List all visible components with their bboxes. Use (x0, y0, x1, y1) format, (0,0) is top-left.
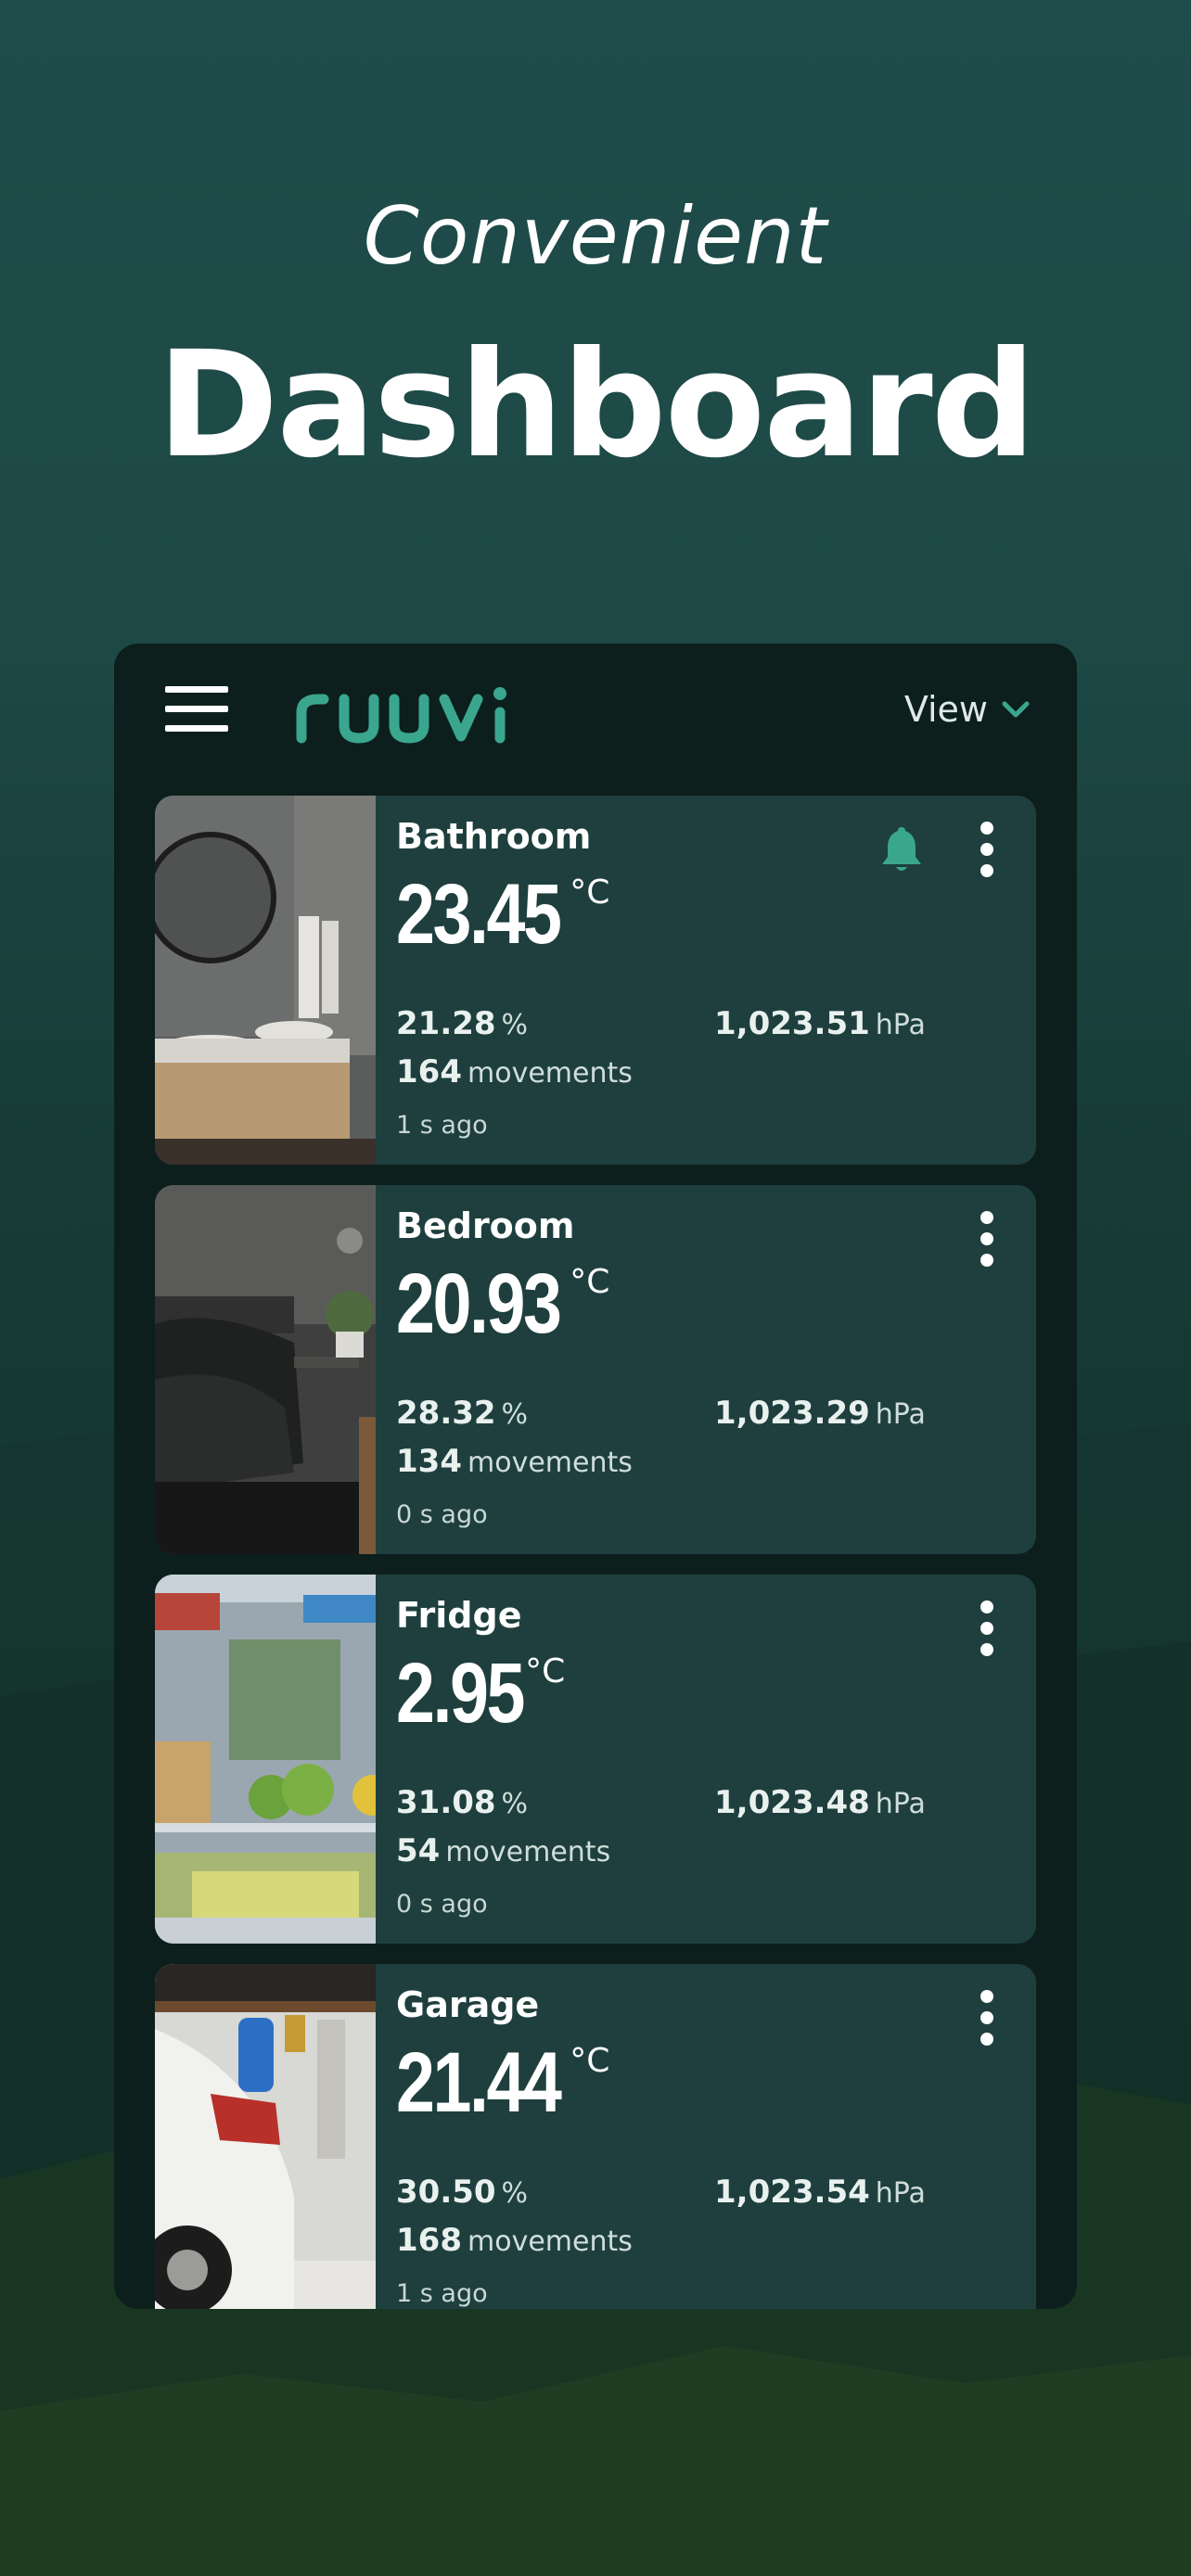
movements-label: movements (467, 1447, 633, 1479)
movements-value: 164 (396, 1053, 462, 1090)
garage-photo (155, 1964, 376, 2309)
temperature-value: 23.45 (396, 867, 562, 962)
sensor-card-fridge[interactable]: Fridge 2.95 °C 31.08% 1,023.48 hPa 54 move… (155, 1575, 1036, 1944)
temperature-value: 20.93 (396, 1256, 562, 1351)
movement-reading: 134 movements (396, 1443, 633, 1480)
humidity-reading: 30.50% (396, 2174, 528, 2211)
humidity-value: 28.32 (396, 1395, 496, 1432)
movement-reading: 168 movements (396, 2222, 633, 2259)
sensor-name: Fridge (396, 1595, 522, 1636)
humidity-value: 31.08 (396, 1784, 496, 1821)
bedroom-photo (155, 1185, 376, 1554)
temperature-unit: °C (570, 1263, 610, 1301)
view-dropdown[interactable]: View (904, 686, 1031, 733)
movements-value: 134 (396, 1443, 462, 1480)
humidity-value: 30.50 (396, 2174, 496, 2211)
pressure-reading: 1,023.51 hPa (714, 1005, 926, 1042)
pressure-unit: hPa (875, 2177, 926, 2210)
movements-label: movements (467, 1057, 633, 1090)
sensor-name: Bedroom (396, 1205, 575, 1246)
temperature-reading: 2.95 °C (396, 1651, 565, 1736)
humidity-unit: % (501, 1788, 529, 1820)
chevron-down-icon (1002, 701, 1030, 718)
pressure-value: 1,023.29 (714, 1395, 870, 1432)
pressure-value: 1,023.48 (714, 1784, 870, 1821)
fridge-photo (155, 1575, 376, 1944)
humidity-reading: 28.32% (396, 1395, 528, 1432)
movements-label: movements (445, 1836, 611, 1868)
pressure-value: 1,023.51 (714, 1005, 870, 1042)
last-updated: 1 s ago (396, 1111, 488, 1140)
more-options-icon[interactable] (971, 1600, 1003, 1656)
sensor-list: Bathroom 23.45 °C 21.28% 1,023.51 hPa 164… (155, 796, 1036, 2309)
humidity-unit: % (501, 1009, 529, 1041)
temperature-reading: 21.44 °C (396, 2040, 609, 2125)
headline-title: Dashboard (157, 320, 1036, 491)
temperature-reading: 20.93 °C (396, 1261, 609, 1346)
humidity-reading: 31.08% (396, 1784, 528, 1821)
pressure-unit: hPa (875, 1009, 926, 1041)
movement-reading: 54 movements (396, 1832, 610, 1869)
movements-label: movements (467, 2225, 633, 2258)
sensor-card-bathroom[interactable]: Bathroom 23.45 °C 21.28% 1,023.51 hPa 164… (155, 796, 1036, 1165)
temperature-unit: °C (570, 2042, 610, 2080)
view-dropdown-label: View (903, 689, 988, 730)
bell-icon[interactable] (878, 823, 925, 875)
last-updated: 0 s ago (396, 1890, 488, 1919)
humidity-unit: % (501, 1398, 529, 1431)
sensor-card-garage[interactable]: Garage 21.44 °C 30.50% 1,023.54 hPa 168 mo… (155, 1964, 1036, 2309)
more-options-icon[interactable] (971, 822, 1003, 877)
temperature-value: 2.95 (396, 1646, 525, 1741)
ruuvi-logo (296, 687, 506, 744)
temperature-reading: 23.45 °C (396, 872, 609, 957)
more-options-icon[interactable] (971, 1990, 1003, 2046)
hamburger-menu-icon[interactable] (165, 686, 228, 733)
temperature-unit: °C (570, 874, 610, 912)
humidity-reading: 21.28% (396, 1005, 528, 1042)
more-options-icon[interactable] (971, 1211, 1003, 1267)
temperature-unit: °C (525, 1652, 566, 1690)
pressure-value: 1,023.54 (714, 2174, 870, 2211)
temperature-value: 21.44 (396, 2035, 562, 2130)
pressure-unit: hPa (875, 1788, 926, 1820)
movement-reading: 164 movements (396, 1053, 633, 1090)
bathroom-photo (155, 796, 376, 1165)
last-updated: 0 s ago (396, 1500, 488, 1529)
pressure-reading: 1,023.48 hPa (714, 1784, 926, 1821)
humidity-unit: % (501, 2177, 529, 2210)
headline-subtitle: Convenient (363, 190, 828, 283)
pressure-unit: hPa (875, 1398, 926, 1431)
sensor-name: Garage (396, 1984, 540, 2025)
movements-value: 168 (396, 2222, 462, 2259)
sensor-card-bedroom[interactable]: Bedroom 20.93 °C 28.32% 1,023.29 hPa 134 m… (155, 1185, 1036, 1554)
last-updated: 1 s ago (396, 2279, 488, 2308)
pressure-reading: 1,023.54 hPa (714, 2174, 926, 2211)
app-screen: View Bathroom 23.45 °C 21.28 % 1,023.51 … (114, 644, 1077, 2309)
pressure-reading: 1,023.29 hPa (714, 1395, 926, 1432)
humidity-value: 21.28 (396, 1005, 496, 1042)
app-header: View (114, 644, 1077, 783)
movements-value: 54 (396, 1832, 441, 1869)
sensor-name: Bathroom (396, 816, 592, 857)
